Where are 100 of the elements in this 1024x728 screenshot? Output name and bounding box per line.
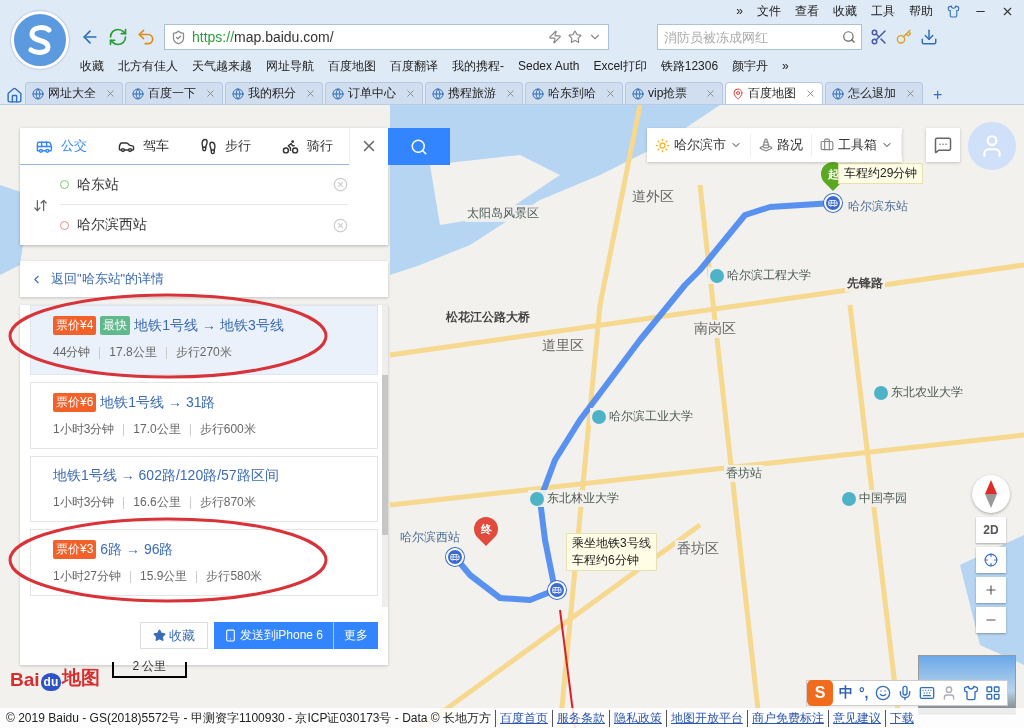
- briefcase-icon: [820, 138, 834, 152]
- bookmark-item[interactable]: 百度地图: [328, 57, 376, 75]
- footer-link[interactable]: 下载: [885, 709, 914, 727]
- route-title: 6路 → 96路: [100, 540, 174, 559]
- lightning-icon[interactable]: [548, 30, 562, 44]
- bookmark-item[interactable]: 天气越来越: [192, 57, 252, 75]
- scrollbar-track[interactable]: [382, 305, 388, 607]
- bookmark-item[interactable]: 北方有佳人: [118, 57, 178, 75]
- transport-mode-tab[interactable]: 骑行: [266, 137, 349, 155]
- locate-button[interactable]: [976, 547, 1006, 573]
- map-label: 香坊站: [724, 465, 764, 482]
- browser-tab[interactable]: 怎么退加: [825, 82, 923, 104]
- footer-link[interactable]: 意见建议: [828, 709, 881, 727]
- route-option[interactable]: 地铁1号线 → 602路/120路/57路区间 1小时3分钟 16.6公里 步行870米: [30, 456, 378, 522]
- key-icon[interactable]: [896, 29, 912, 45]
- city-selector[interactable]: 哈尔滨市: [647, 134, 751, 156]
- route-walk: 步行270米: [175, 344, 232, 361]
- route-title: 地铁1号线 → 地铁3号线: [134, 316, 284, 335]
- browser-tab[interactable]: 携程旅游: [425, 82, 523, 104]
- browser-tab[interactable]: 百度一下: [125, 82, 223, 104]
- new-tab-button[interactable]: +: [925, 86, 951, 104]
- menu-item[interactable]: 收藏: [833, 2, 857, 20]
- menu-item[interactable]: 工具: [871, 2, 895, 20]
- refresh-icon[interactable]: [108, 27, 128, 47]
- home-icon[interactable]: [6, 87, 23, 104]
- scissors-icon[interactable]: [870, 28, 888, 46]
- back-link[interactable]: 返回"哈东站"的详情: [51, 270, 165, 288]
- bookmark-item[interactable]: 百度翻译: [390, 57, 438, 75]
- footer-link[interactable]: 隐私政策: [609, 709, 662, 727]
- poi-icon: [710, 268, 724, 283]
- shirt-icon[interactable]: [962, 685, 979, 701]
- origin-field[interactable]: 哈东站: [60, 165, 348, 205]
- compass-icon[interactable]: [972, 475, 1010, 513]
- search-field[interactable]: 消防员被冻成网红: [657, 24, 862, 50]
- search-button[interactable]: [388, 128, 450, 165]
- shirt-icon[interactable]: [947, 4, 960, 18]
- browser-tab[interactable]: 网址大全: [25, 82, 123, 104]
- save-button[interactable]: 收藏: [139, 622, 208, 649]
- view-mode-button[interactable]: 2D: [976, 517, 1006, 543]
- bookmark-item[interactable]: Excel打印: [593, 57, 647, 75]
- route-option[interactable]: 票价¥6 地铁1号线 → 31路 1小时3分钟 17.0公里 步行600米: [30, 382, 378, 449]
- map-pin-icon: [732, 87, 744, 100]
- bookmark-item[interactable]: 颜宇丹: [732, 57, 769, 75]
- menu-item[interactable]: 文件: [757, 2, 781, 20]
- browser-tab[interactable]: 订单中心: [325, 82, 423, 104]
- ime-language[interactable]: 中: [839, 684, 853, 702]
- browser-tab[interactable]: 我的积分: [225, 82, 323, 104]
- copyright-text: © 2019 Baidu - GS(2018)5572号 - 甲测资字1100930 - 京ICP证030173号 - Data © 长地万方: [6, 709, 491, 727]
- globe-icon: [32, 87, 44, 100]
- footer-link[interactable]: 商户免费标注: [747, 709, 824, 727]
- zoom-in-button[interactable]: [976, 577, 1006, 603]
- transport-mode-tab[interactable]: 公交: [20, 137, 103, 155]
- route-option[interactable]: 票价¥4 最快 地铁1号线 → 地铁3号线 44分钟 17.8公里 步行270米: [30, 305, 378, 375]
- smiley-icon[interactable]: [874, 685, 891, 701]
- browser-tab[interactable]: vip抢票: [625, 82, 723, 104]
- undo-icon[interactable]: [136, 27, 156, 47]
- route-walk: 步行580米: [206, 568, 263, 585]
- footer-link[interactable]: 服务条款: [552, 709, 605, 727]
- ime-punctuation[interactable]: °,: [859, 685, 869, 701]
- browser-logo-icon[interactable]: [11, 11, 69, 69]
- zoom-out-button[interactable]: [976, 607, 1006, 633]
- bookmark-item[interactable]: 我的携程-: [452, 57, 504, 75]
- bookmark-item[interactable]: »: [782, 59, 789, 73]
- map-label: 哈尔滨工程大学: [708, 267, 813, 284]
- footer-link[interactable]: 百度首页: [495, 709, 548, 727]
- menu-item[interactable]: 查看: [795, 2, 819, 20]
- search-icon[interactable]: [842, 30, 856, 44]
- route-walk: 步行870米: [199, 494, 256, 511]
- poi-icon: [842, 491, 856, 506]
- menu-item[interactable]: 帮助: [909, 2, 933, 20]
- browser-tab[interactable]: 哈东到哈: [525, 82, 623, 104]
- star-icon[interactable]: [568, 30, 582, 44]
- transport-mode-tab[interactable]: 驾车: [102, 137, 185, 155]
- globe-icon: [432, 87, 444, 100]
- route-title: 地铁1号线 → 602路/120路/57路区间: [53, 467, 279, 485]
- bookmark-item[interactable]: 收藏: [80, 57, 104, 75]
- route-option[interactable]: 票价¥3 6路 → 96路 1小时27分钟 15.9公里 步行580米: [30, 529, 378, 596]
- browser-tab[interactable]: 百度地图: [725, 82, 823, 104]
- price-tag: 票价¥3: [53, 540, 97, 559]
- route-distance: 15.9公里: [140, 568, 188, 585]
- bookmark-item[interactable]: 网址导航: [266, 57, 314, 75]
- footer-link[interactable]: 地图开放平台: [666, 709, 743, 727]
- map-label: 松花江公路大桥: [444, 309, 532, 326]
- search-icon: [410, 137, 428, 156]
- message-button[interactable]: [926, 128, 960, 162]
- map-label: 东北林业大学: [528, 490, 621, 507]
- download-icon[interactable]: [920, 28, 938, 46]
- scale-bar: 2 公里: [112, 662, 187, 678]
- menu-item[interactable]: »: [736, 4, 743, 18]
- bookmark-item[interactable]: Sedex Auth: [518, 59, 580, 73]
- grid-icon[interactable]: [984, 685, 1001, 701]
- close-button[interactable]: [348, 127, 389, 165]
- keyboard-icon[interactable]: [918, 685, 935, 701]
- transport-mode-tab[interactable]: 步行: [184, 137, 267, 155]
- destination-field[interactable]: 哈尔滨西站: [60, 205, 348, 245]
- bookmark-item[interactable]: 铁路12306: [660, 57, 719, 75]
- sun-icon: [655, 137, 670, 153]
- shield-icon: [171, 29, 186, 45]
- map-label: 哈尔滨工业大学: [590, 408, 695, 425]
- address-field[interactable]: https://map.baidu.com/: [164, 24, 609, 50]
